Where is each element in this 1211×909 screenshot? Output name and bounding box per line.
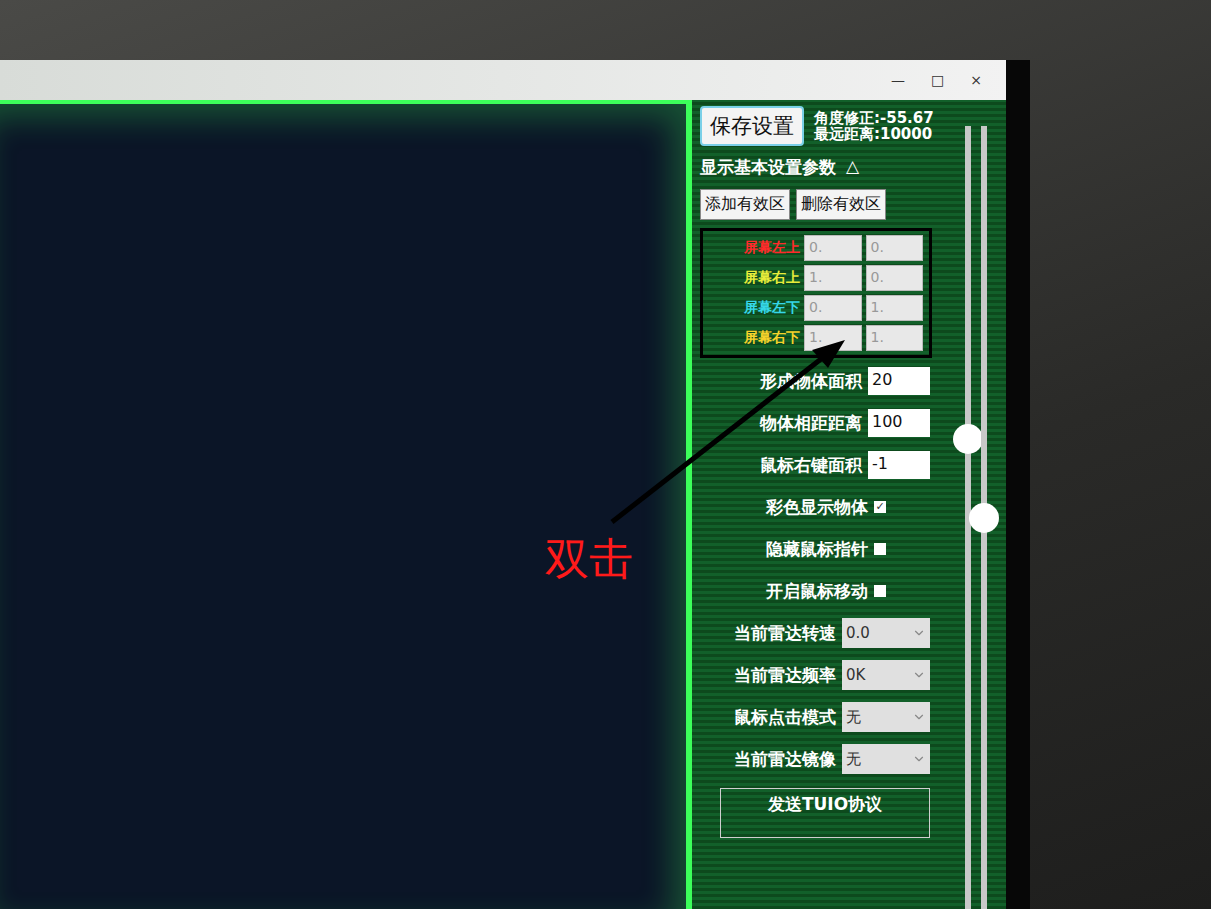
field-label: 形成物体面积 <box>760 370 862 393</box>
checkbox[interactable] <box>874 543 886 555</box>
checkbox-row: 开启鼠标移动 <box>700 572 946 610</box>
checkbox[interactable] <box>874 501 886 513</box>
corner-label: 屏幕右下 <box>709 329 800 347</box>
corner-x-input[interactable]: 1. <box>804 325 861 351</box>
field-row: 形成物体面积 20 <box>700 362 946 400</box>
corner-x-input[interactable]: 0. <box>804 295 861 321</box>
checkbox-label: 彩色显示物体 <box>766 496 868 519</box>
field-input[interactable]: 100 <box>868 409 930 437</box>
save-button[interactable]: 保存设置 <box>700 106 804 146</box>
window-control[interactable]: × <box>970 72 982 88</box>
select-label: 当前雷达镜像 <box>734 748 836 771</box>
field-input[interactable]: -1 <box>868 451 930 479</box>
select-value: 无 <box>846 708 861 727</box>
slider-knob[interactable] <box>953 424 983 454</box>
slider-knob[interactable] <box>969 503 999 533</box>
zone-button[interactable]: 添加有效区 <box>700 189 790 220</box>
corner-x-input[interactable]: 1. <box>804 265 861 291</box>
corner-box: 屏幕左上0.0.屏幕右上1.0.屏幕左下0.1.屏幕右下1.1. <box>700 228 932 358</box>
corner-y-input[interactable]: 1. <box>866 325 923 351</box>
checkbox-label: 隐藏鼠标指针 <box>766 538 868 561</box>
window-control[interactable]: — <box>891 72 905 88</box>
chevron-down-icon <box>912 752 926 766</box>
slider-track[interactable] <box>981 126 987 909</box>
select[interactable]: 0K <box>842 660 930 690</box>
window-control[interactable]: □ <box>931 72 944 88</box>
radar-canvas <box>0 100 692 909</box>
corner-row: 屏幕左下0.1. <box>709 295 923 321</box>
settings-content: 保存设置角度修正:-55.67最远距离:10000 显示基本设置参数 △ 添加有效区删… <box>700 106 946 909</box>
select-label: 当前雷达频率 <box>734 664 836 687</box>
zone-button[interactable]: 删除有效区 <box>796 189 886 220</box>
photo-page: — □ × 保存设置角度修正:-55.67最远距离:10000 显示基本设置参数 △ 添加有… <box>0 0 1211 909</box>
select-row: 当前雷达镜像无 <box>700 740 946 778</box>
annotation-label: 双击 <box>545 530 633 589</box>
select-row: 当前雷达频率 0K <box>700 656 946 694</box>
corner-row: 屏幕左上0.0. <box>709 235 923 261</box>
corner-label: 屏幕左上 <box>709 239 800 257</box>
corner-row: 屏幕右上1.0. <box>709 265 923 291</box>
zone-buttons: 添加有效区删除有效区 <box>700 189 946 220</box>
corner-y-input[interactable]: 0. <box>866 265 923 291</box>
info: 角度修正:-55.67最远距离:10000 <box>814 110 934 143</box>
section-title[interactable]: 显示基本设置参数 △ <box>700 150 946 185</box>
chevron-down-icon <box>912 626 926 640</box>
arrow-icon <box>0 0 1211 909</box>
corner-y-input[interactable]: 0. <box>866 235 923 261</box>
corner-row: 屏幕右下1.1. <box>709 325 923 351</box>
corner-label: 屏幕左下 <box>709 299 800 317</box>
checkbox-label: 开启鼠标移动 <box>766 580 868 603</box>
app-body: 保存设置角度修正:-55.67最远距离:10000 显示基本设置参数 △ 添加有效区删… <box>0 100 1006 909</box>
field-row: 鼠标右键面积 -1 <box>700 446 946 484</box>
checkbox-row: 隐藏鼠标指针 <box>700 530 946 568</box>
field-row: 物体相距距离 100 <box>700 404 946 442</box>
select-value: 无 <box>846 750 861 769</box>
tuio-group: 发送TUIO协议 <box>720 788 930 838</box>
field-label: 鼠标右键面积 <box>760 454 862 477</box>
checkbox[interactable] <box>874 585 886 597</box>
select-label: 鼠标点击模式 <box>734 706 836 729</box>
angle-text: 角度修正:-55.67 <box>814 110 934 127</box>
distance-text: 最远距离:10000 <box>814 126 934 143</box>
field-label: 物体相距距离 <box>760 412 862 435</box>
select-row: 鼠标点击模式无 <box>700 698 946 736</box>
section-label: 显示基本设置参数 <box>700 156 836 179</box>
checkbox-row: 彩色显示物体 <box>700 488 946 526</box>
toggle-icon[interactable]: △ <box>846 156 859 179</box>
corner-x-input[interactable]: 0. <box>804 235 861 261</box>
monitor: — □ × 保存设置角度修正:-55.67最远距离:10000 显示基本设置参数 △ 添加有… <box>0 60 1030 909</box>
corner-label: 屏幕右上 <box>709 269 800 287</box>
select[interactable]: 0.0 <box>842 618 930 648</box>
select-value: 0K <box>846 666 865 684</box>
title-bar: — □ × <box>0 60 1006 100</box>
select[interactable]: 无 <box>842 744 930 774</box>
header-row: 保存设置角度修正:-55.67最远距离:10000 <box>700 106 946 146</box>
chevron-down-icon <box>912 668 926 682</box>
select[interactable]: 无 <box>842 702 930 732</box>
chevron-down-icon <box>912 710 926 724</box>
sliders <box>946 106 1006 909</box>
select-row: 当前雷达转速 0.0 <box>700 614 946 652</box>
select-value: 0.0 <box>846 624 870 642</box>
settings-panel: 保存设置角度修正:-55.67最远距离:10000 显示基本设置参数 △ 添加有效区删… <box>692 100 1006 909</box>
corner-y-input[interactable]: 1. <box>866 295 923 321</box>
field-input[interactable]: 20 <box>868 367 930 395</box>
select-label: 当前雷达转速 <box>734 622 836 645</box>
